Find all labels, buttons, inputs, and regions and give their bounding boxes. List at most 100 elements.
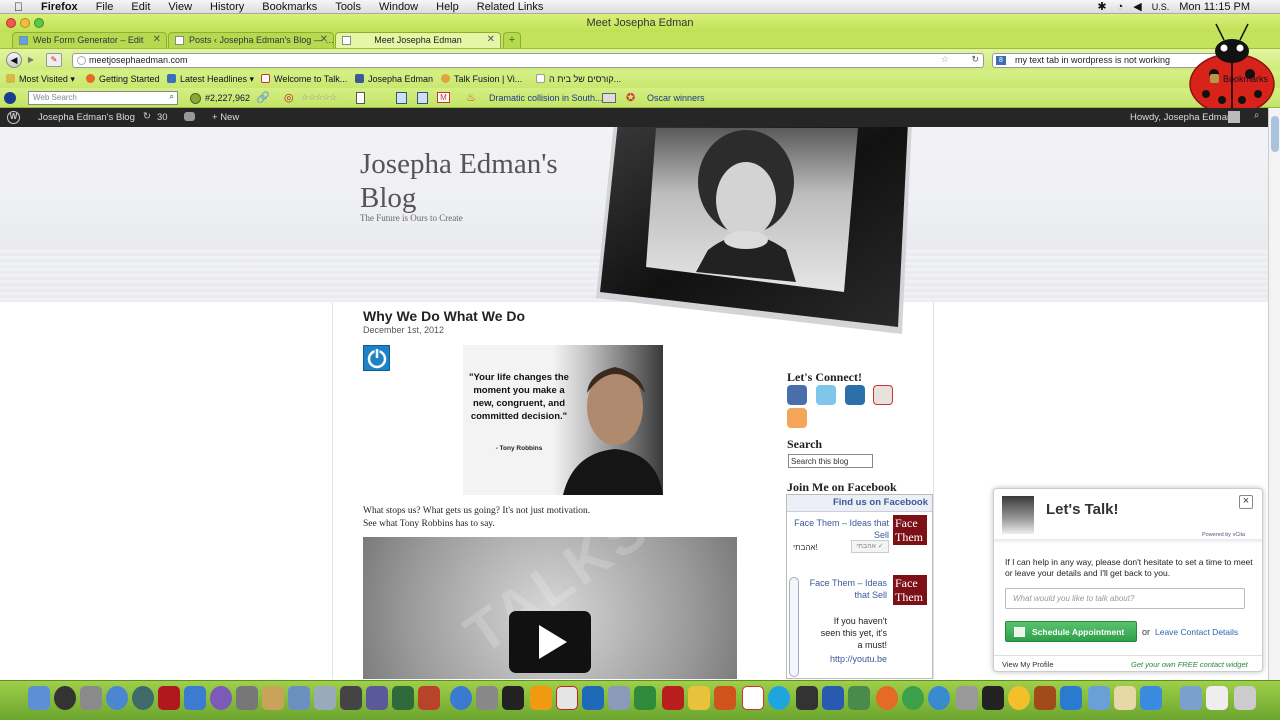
scrollbar-thumb[interactable]	[1271, 116, 1279, 152]
photo-icon[interactable]	[262, 686, 284, 710]
skype-icon[interactable]	[768, 686, 790, 710]
news-headline-1[interactable]: Dramatic collision in South...	[489, 93, 603, 103]
close-tab-icon[interactable]: ✕	[487, 34, 495, 45]
image-icon[interactable]	[288, 686, 310, 710]
globe-icon[interactable]	[450, 686, 472, 710]
tab-web-form-generator[interactable]: Web Form Generator – Edit ✕	[12, 32, 167, 48]
menu-help[interactable]: Help	[427, 0, 468, 14]
docs-icon[interactable]	[417, 92, 428, 104]
page-icon[interactable]	[356, 92, 365, 104]
gmail-icon[interactable]: M	[437, 92, 450, 103]
xcode-icon[interactable]	[608, 686, 630, 710]
book-icon[interactable]	[158, 686, 180, 710]
search-icon[interactable]: ⌕	[1254, 110, 1259, 121]
word-icon[interactable]	[822, 686, 844, 710]
menu-related-links[interactable]: Related Links	[468, 0, 553, 14]
menu-history[interactable]: History	[201, 0, 253, 14]
tools-icon[interactable]	[476, 686, 498, 710]
excel-icon[interactable]	[634, 686, 656, 710]
volume-icon[interactable]: ◀	[1133, 0, 1141, 13]
camera-icon[interactable]	[236, 686, 258, 710]
menubar-clock[interactable]: Mon 11:15 PM	[1179, 1, 1250, 13]
menu-tools[interactable]: Tools	[326, 0, 370, 14]
page-scrollbar[interactable]	[1268, 108, 1280, 680]
input-language[interactable]: U.S.	[1152, 2, 1170, 12]
wordpress-logo-icon[interactable]: W	[7, 111, 20, 124]
link-icon[interactable]: 🔗	[256, 91, 270, 104]
video-play-button[interactable]	[509, 611, 591, 673]
rss-icon[interactable]	[787, 408, 807, 428]
linkedin-icon[interactable]	[845, 385, 865, 405]
bookmark-getting-started[interactable]: Getting Started	[86, 74, 160, 84]
network-icon[interactable]	[848, 686, 870, 710]
search-engine-icon[interactable]: 8	[996, 56, 1006, 65]
chrome-icon[interactable]	[902, 686, 924, 710]
chart-app-icon[interactable]	[184, 686, 206, 710]
target-icon[interactable]: ◎	[284, 91, 294, 104]
bluetooth-icon[interactable]: ✱	[1097, 0, 1106, 13]
menu-view[interactable]: View	[159, 0, 201, 14]
time-machine-icon[interactable]	[132, 686, 154, 710]
bookmark-most-visited[interactable]: Most Visited ▾	[6, 74, 75, 85]
site-identity-icon[interactable]	[77, 56, 86, 65]
vcita-powered-by[interactable]: Powered by vCita	[1202, 532, 1245, 538]
updates-count[interactable]: 30	[157, 112, 168, 123]
new-tab-button[interactable]: +	[503, 32, 521, 48]
media-icon[interactable]	[210, 686, 232, 710]
free-widget-link[interactable]: Get your own FREE contact widget	[1131, 660, 1248, 669]
dashboard-icon[interactable]	[54, 686, 76, 710]
calendar-icon[interactable]	[742, 686, 764, 710]
menu-edit[interactable]: Edit	[122, 0, 159, 14]
page-action-icon[interactable]: ✎	[46, 53, 62, 67]
leave-contact-details-link[interactable]: Leave Contact Details	[1155, 627, 1238, 637]
imovie-icon[interactable]	[366, 686, 388, 710]
fb-post-page-link[interactable]: Face Them – Ideas that Sell	[807, 577, 887, 601]
copy-icon[interactable]	[396, 92, 407, 104]
close-tab-icon[interactable]: ✕	[320, 34, 328, 45]
smiley-icon[interactable]	[1008, 686, 1030, 710]
updates-icon[interactable]: ↻	[143, 111, 151, 122]
search-icon[interactable]: ⌕	[170, 92, 174, 102]
news-headline-2[interactable]: Oscar winners	[647, 93, 705, 103]
web-search-input[interactable]: Web Search ⌕	[28, 91, 178, 105]
bookmark-talk-fusion[interactable]: Talk Fusion | Vi...	[441, 74, 522, 84]
app-icon[interactable]	[1060, 686, 1082, 710]
acrobat-icon[interactable]	[556, 686, 578, 710]
new-content-button[interactable]: + New	[212, 112, 239, 123]
avatar[interactable]	[1228, 111, 1240, 123]
itunes-icon[interactable]	[106, 686, 128, 710]
fb-feed-scrollbar[interactable]	[789, 577, 799, 677]
preview-icon[interactable]	[314, 686, 336, 710]
terminal-icon[interactable]	[502, 686, 524, 710]
search-bar[interactable]: 8 my text tab in wordpress is not workin…	[992, 53, 1248, 68]
vcita-close-button[interactable]: ×	[1239, 495, 1253, 509]
monitor-icon[interactable]	[602, 93, 616, 103]
fb-post-thumbnail[interactable]: Face Them	[893, 575, 927, 605]
illustrator-icon[interactable]	[530, 686, 552, 710]
finder-icon[interactable]	[28, 686, 50, 710]
comments-icon[interactable]	[184, 112, 195, 121]
url-bar[interactable]: meetjosephaedman.com ☆ ↻	[72, 53, 984, 68]
rating-stars[interactable]: ☆☆☆☆☆	[301, 92, 337, 103]
fb-like-button[interactable]: אהבתי ✓	[851, 540, 889, 553]
forward-button[interactable]: ▶	[24, 53, 38, 67]
bookmark-latest-headlines[interactable]: Latest Headlines ▾	[167, 74, 254, 85]
schedule-appointment-button[interactable]: Schedule Appointment	[1005, 621, 1137, 642]
twitter-icon[interactable]	[816, 385, 836, 405]
youtube-icon[interactable]	[873, 385, 893, 405]
firefox-icon[interactable]	[876, 686, 898, 710]
bookmark-welcome-talk[interactable]: Welcome to Talk...	[261, 74, 347, 84]
grid-app-icon[interactable]	[392, 686, 414, 710]
blog-title[interactable]: Josepha Edman's Blog	[360, 147, 610, 215]
menu-bookmarks[interactable]: Bookmarks	[253, 0, 326, 14]
web-app-icon[interactable]	[1140, 686, 1162, 710]
facebook-icon[interactable]	[787, 385, 807, 405]
menu-firefox[interactable]: Firefox	[32, 0, 87, 14]
flash-icon[interactable]	[662, 686, 684, 710]
toolbar-logo-icon[interactable]	[4, 92, 16, 104]
utility-icon[interactable]	[80, 686, 102, 710]
fire-news-icon[interactable]: ♨	[466, 91, 476, 104]
menu-file[interactable]: File	[87, 0, 123, 14]
outlook-icon[interactable]	[688, 686, 710, 710]
post-title[interactable]: Why We Do What We Do	[363, 308, 525, 324]
